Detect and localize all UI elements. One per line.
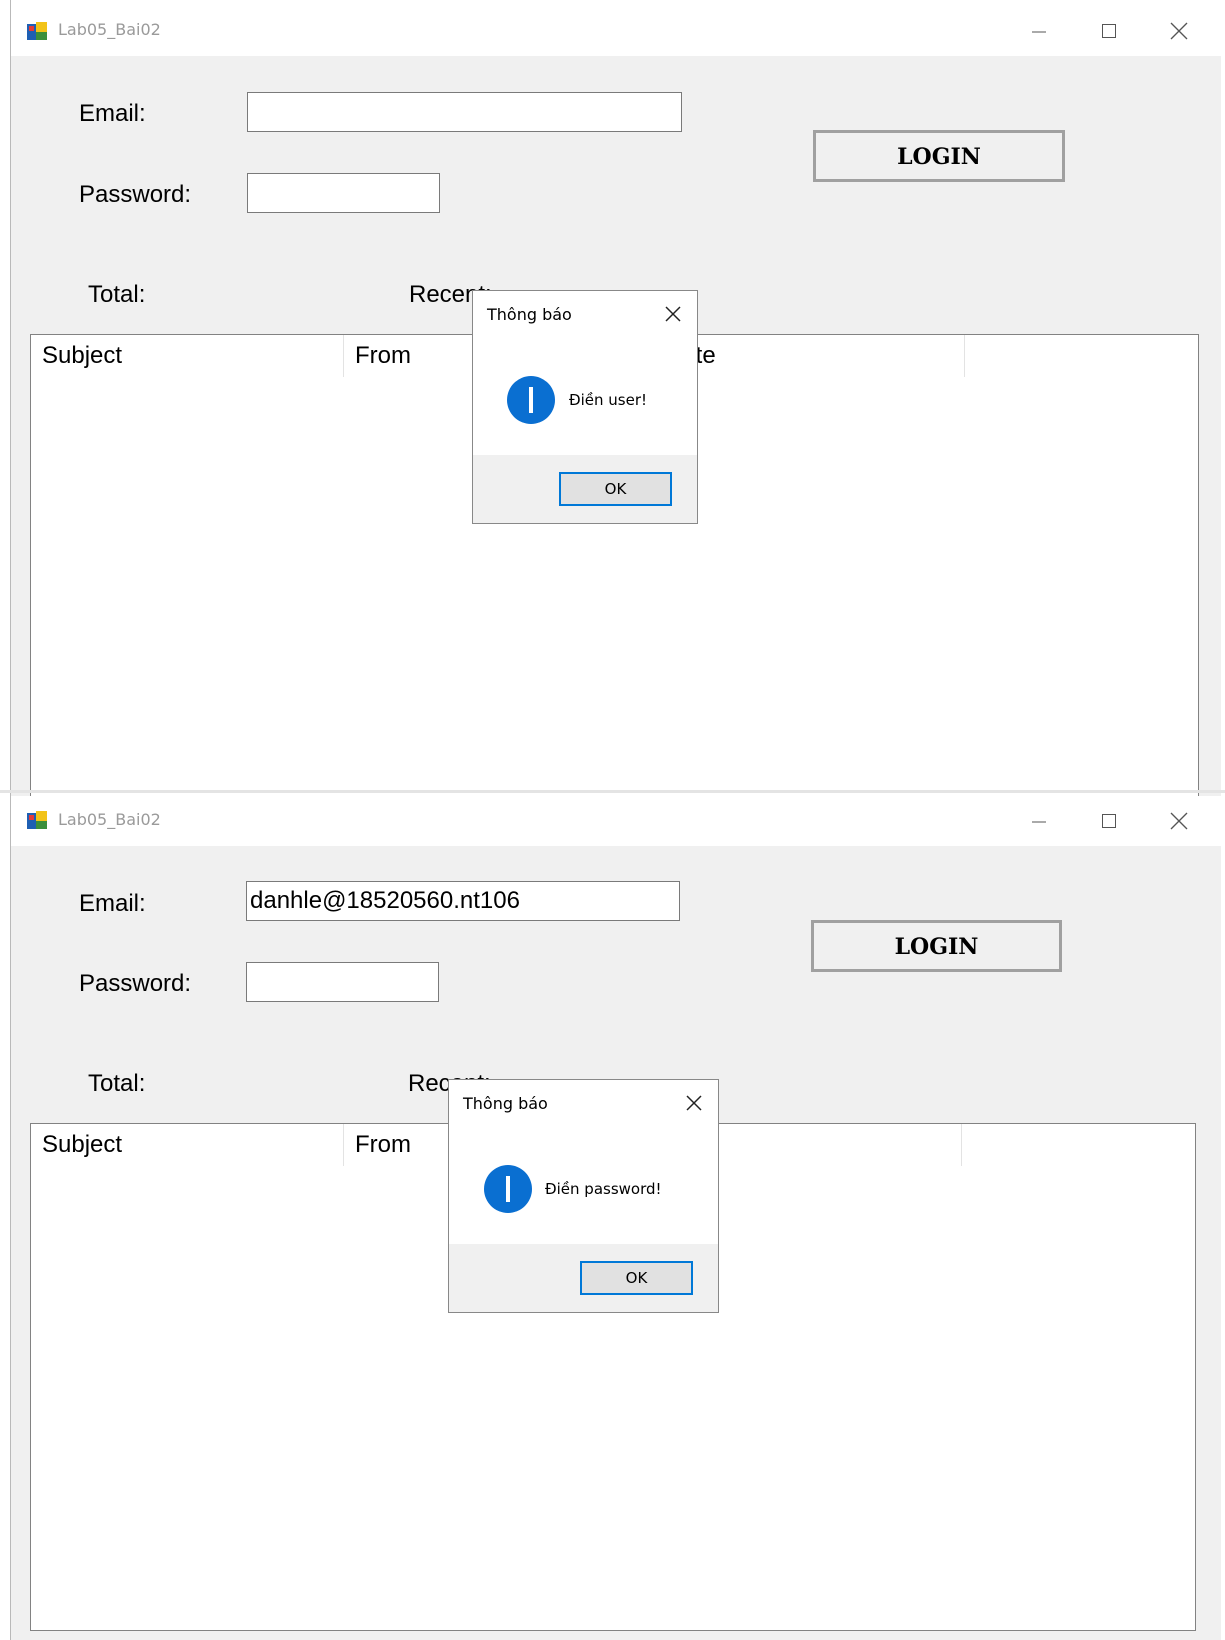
dialog-footer: OK bbox=[449, 1244, 718, 1312]
window-title: Lab05_Bai02 bbox=[58, 20, 161, 39]
dialog-message: Điền user! bbox=[569, 391, 648, 409]
close-icon[interactable] bbox=[1164, 806, 1194, 836]
info-icon bbox=[484, 1165, 532, 1213]
message-dialog: Thông báo Điền user! OK bbox=[472, 290, 698, 524]
email-field[interactable]: danhle@18520560.nt106 bbox=[246, 881, 680, 921]
app-window: Lab05_Bai02 Email: Password: LOGIN Total… bbox=[10, 0, 1221, 822]
ok-button[interactable]: OK bbox=[559, 472, 672, 506]
login-button[interactable]: LOGIN bbox=[811, 920, 1062, 972]
password-label: Password: bbox=[79, 970, 192, 997]
password-field[interactable] bbox=[246, 962, 439, 1002]
close-icon[interactable] bbox=[683, 1092, 705, 1114]
ok-button[interactable]: OK bbox=[580, 1261, 693, 1295]
minimize-icon[interactable] bbox=[1024, 16, 1054, 46]
screenshot-divider bbox=[0, 790, 1225, 793]
close-icon[interactable] bbox=[1164, 16, 1194, 46]
email-field[interactable] bbox=[247, 92, 682, 132]
email-label: Email: bbox=[79, 100, 146, 127]
message-dialog: Thông báo Điền password! OK bbox=[448, 1079, 719, 1313]
maximize-icon[interactable] bbox=[1094, 806, 1124, 836]
app-icon bbox=[27, 811, 47, 829]
window-title: Lab05_Bai02 bbox=[58, 810, 161, 829]
column-header-subject[interactable]: Subject bbox=[31, 335, 344, 377]
title-bar[interactable]: Lab05_Bai02 bbox=[11, 0, 1221, 56]
app-window: Lab05_Bai02 Email: danhle@18520560.nt106… bbox=[10, 796, 1221, 1640]
total-label: Total: bbox=[88, 1070, 146, 1097]
dialog-title: Thông báo bbox=[463, 1094, 548, 1113]
close-icon[interactable] bbox=[662, 303, 684, 325]
total-label: Total: bbox=[88, 281, 146, 308]
info-icon bbox=[507, 376, 555, 424]
column-header-subject[interactable]: Subject bbox=[31, 1124, 344, 1166]
dialog-footer: OK bbox=[473, 455, 697, 523]
email-label: Email: bbox=[79, 890, 146, 917]
column-header-empty[interactable] bbox=[962, 1124, 1195, 1166]
password-field[interactable] bbox=[247, 173, 440, 213]
column-header-empty[interactable] bbox=[965, 335, 1198, 377]
login-button[interactable]: LOGIN bbox=[813, 130, 1065, 182]
minimize-icon[interactable] bbox=[1024, 806, 1054, 836]
dialog-message: Điền password! bbox=[545, 1180, 662, 1198]
app-icon bbox=[27, 22, 47, 40]
title-bar[interactable]: Lab05_Bai02 bbox=[11, 796, 1221, 846]
dialog-title: Thông báo bbox=[487, 305, 572, 324]
maximize-icon[interactable] bbox=[1094, 16, 1124, 46]
password-label: Password: bbox=[79, 181, 192, 208]
column-header-date[interactable]: Date bbox=[654, 335, 965, 377]
